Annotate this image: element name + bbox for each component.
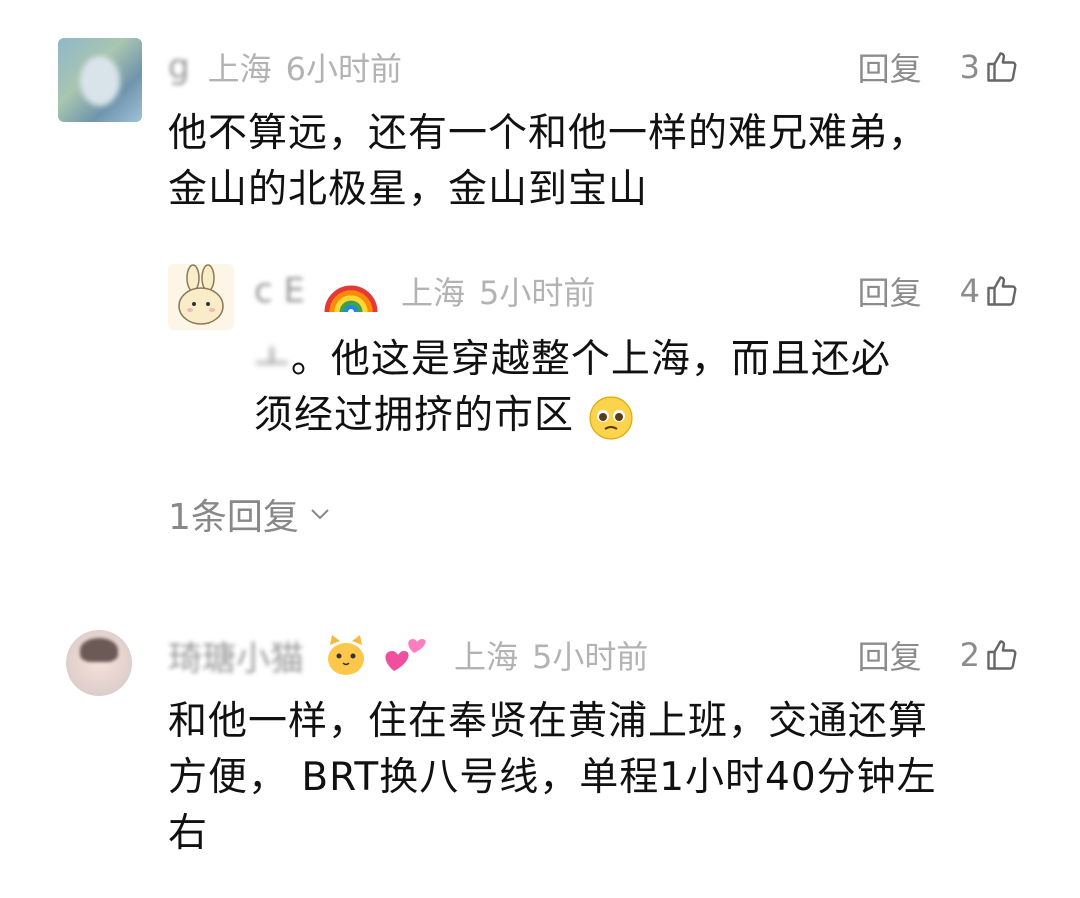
reply-text-line: 须经过拥挤的市区 xyxy=(254,388,891,444)
chevron-down-icon xyxy=(311,509,329,520)
reply-text-part: 须经过拥挤的市区 xyxy=(254,393,575,438)
comment-meta: g 上海 6小时前 xyxy=(168,44,402,90)
avatar[interactable] xyxy=(168,264,234,330)
comment-1: g 上海 6小时前 回复 3 他不算远，还有一个和他一样的难兄难弟， 金山的北极… xyxy=(0,0,1080,240)
avatar-blur-shape xyxy=(80,56,120,106)
username[interactable]: 琦瑭小猫 xyxy=(168,631,304,680)
username[interactable]: c E xyxy=(254,271,305,311)
two-hearts-emoji xyxy=(385,639,426,671)
reply-button[interactable]: 回复 xyxy=(858,44,922,90)
reply-button[interactable]: 回复 xyxy=(858,632,922,678)
comment-text-line: 右 xyxy=(168,811,209,856)
rainbow-emoji xyxy=(324,285,378,313)
timestamp: 5小时前 xyxy=(532,638,649,676)
comment-text-line: 金山的北极星，金山到宝山 xyxy=(168,167,649,212)
comment-text-line: 和他一样，住在奉贤在黄浦上班，交通还算 xyxy=(168,699,929,744)
thumbs-up-icon[interactable] xyxy=(984,49,1020,85)
bunny-avatar-icon xyxy=(178,264,224,325)
username[interactable]: g xyxy=(168,47,190,87)
reply-text-line: ㅗ。他这是穿越整个上海，而且还必 xyxy=(254,332,891,388)
comment-text-line: 他不算远，还有一个和他一样的难兄难弟， xyxy=(168,111,929,156)
comment-actions: 回复 2 xyxy=(858,632,1020,678)
reply-meta: c E 上海 5小时前 xyxy=(254,268,595,314)
pleading-face-emoji xyxy=(589,395,634,440)
location-label: 上海 xyxy=(207,50,272,88)
cat-face-emoji xyxy=(328,635,364,675)
comment-2: 琦瑭小猫 上海 5小时前 回复 2 和他一样，住在奉贤在黄浦上班，交通还算 方便… xyxy=(0,620,1080,898)
reply-button[interactable]: 回复 xyxy=(858,268,922,314)
comment-text: 他不算远，还有一个和他一样的难兄难弟， 金山的北极星，金山到宝山 xyxy=(168,106,928,218)
more-replies-label: 1条回复 xyxy=(168,497,299,538)
reply-text-part: 。他这是穿越整个上海，而且还必 xyxy=(290,337,891,382)
location-label: 上海 xyxy=(400,274,465,312)
blurred-mention: ㅗ xyxy=(254,337,291,382)
avatar[interactable] xyxy=(66,630,132,696)
like-count: 3 xyxy=(959,48,980,86)
comment-text: 和他一样，住在奉贤在黄浦上班，交通还算 方便， BRT换八号线，单程1小时40分… xyxy=(168,694,937,862)
thumbs-up-icon[interactable] xyxy=(984,637,1020,673)
avatar[interactable] xyxy=(58,38,142,122)
reply-text: ㅗ。他这是穿越整个上海，而且还必 须经过拥挤的市区 xyxy=(254,332,891,444)
timestamp: 6小时前 xyxy=(285,50,402,88)
timestamp: 5小时前 xyxy=(479,274,596,312)
comment-meta: 琦瑭小猫 上海 5小时前 xyxy=(168,631,649,680)
reply-1: c E 上海 5小时前 回复 4 ㅗ。他这是穿越整个上海，而且还必 须经过拥挤的… xyxy=(0,250,1080,470)
thumbs-up-icon[interactable] xyxy=(984,273,1020,309)
avatar-hair-shape xyxy=(80,638,118,662)
like-count: 4 xyxy=(959,272,980,310)
location-label: 上海 xyxy=(454,638,519,676)
comment-text-line: 方便， BRT换八号线，单程1小时40分钟左 xyxy=(168,755,937,800)
reply-actions: 回复 4 xyxy=(858,268,1020,314)
comment-actions: 回复 3 xyxy=(858,44,1020,90)
show-more-replies-button[interactable]: 1条回复 xyxy=(168,488,331,540)
like-count: 2 xyxy=(959,636,980,674)
